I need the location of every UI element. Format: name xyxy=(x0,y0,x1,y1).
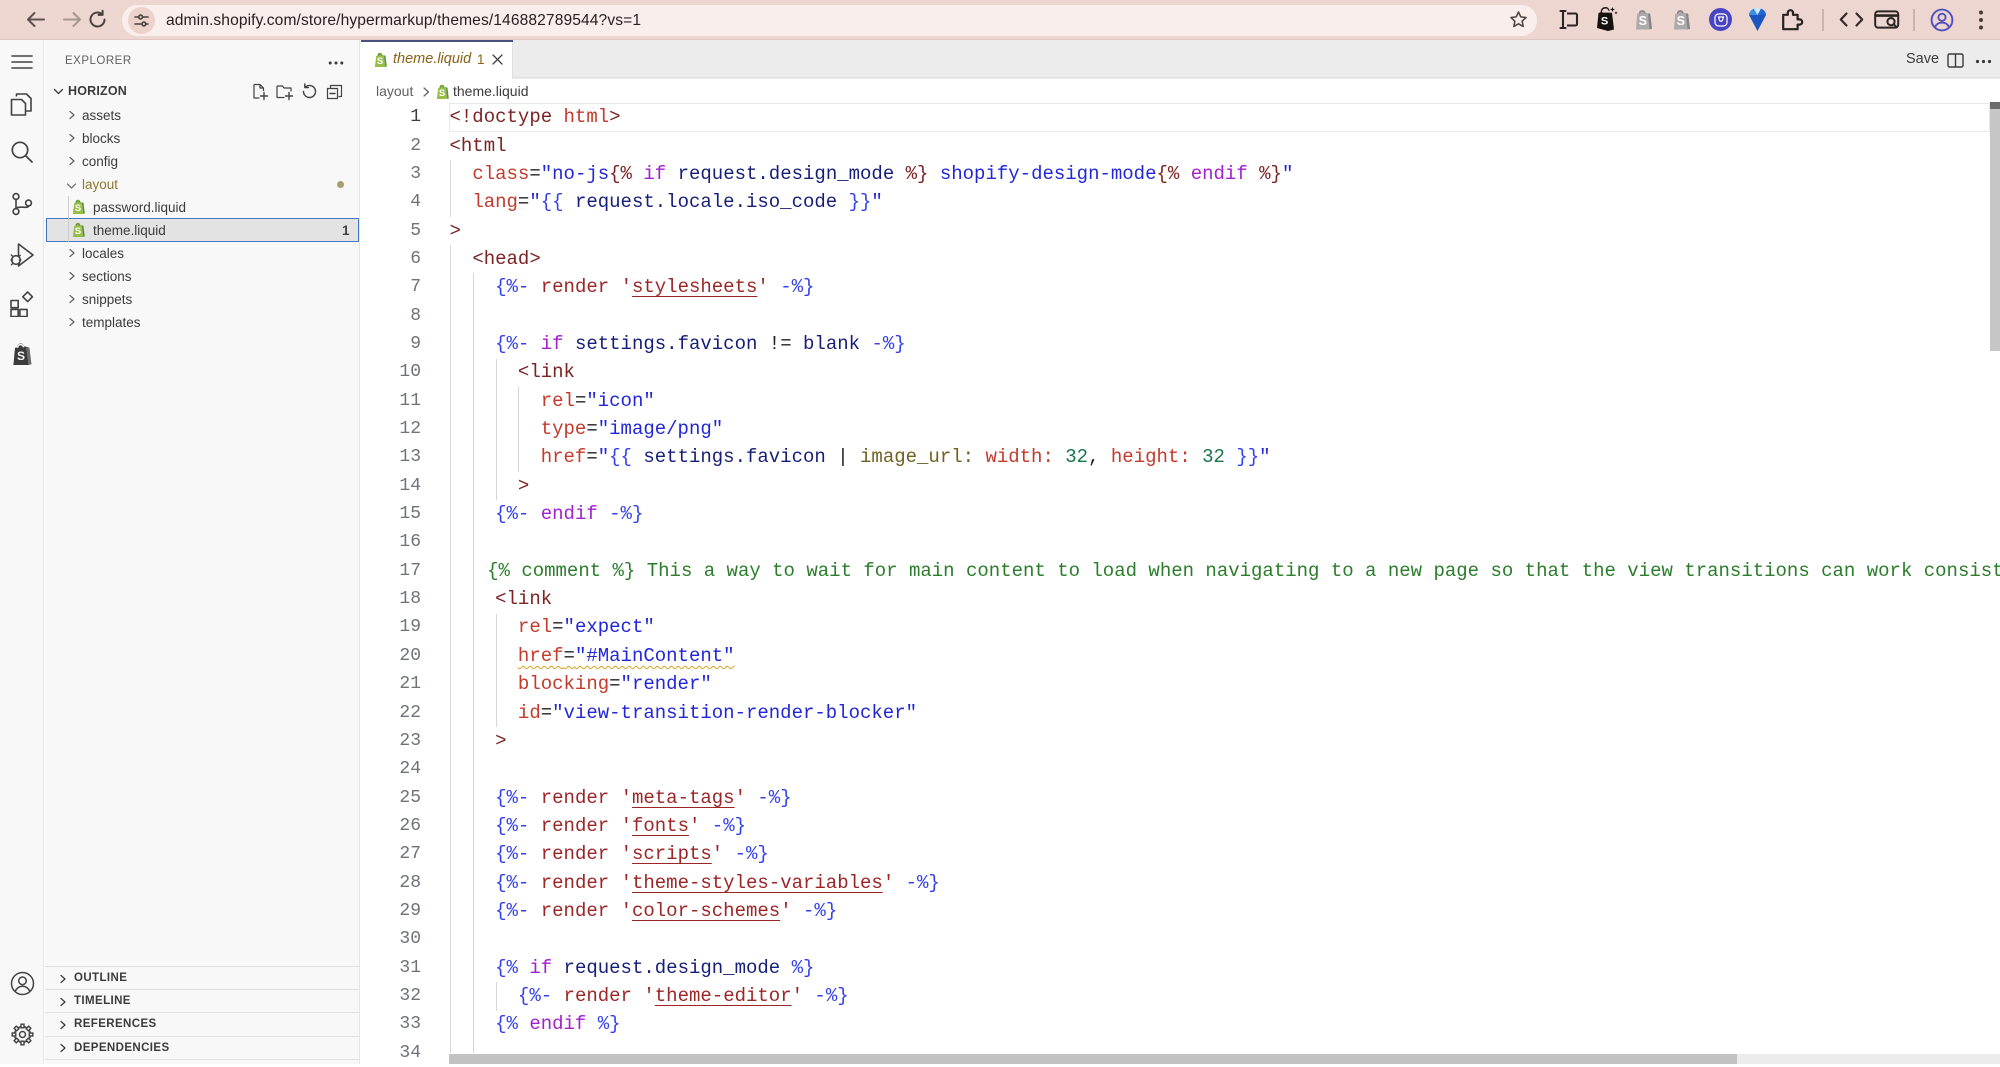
svg-text:S: S xyxy=(75,203,81,214)
svg-text:S: S xyxy=(17,349,25,363)
svg-text:S: S xyxy=(1639,14,1647,28)
svg-text:S: S xyxy=(1601,16,1608,28)
svg-text:S: S xyxy=(1677,14,1685,28)
svg-text:S: S xyxy=(75,226,81,237)
svg-text:S: S xyxy=(439,88,445,99)
svg-text:S: S xyxy=(377,56,383,67)
